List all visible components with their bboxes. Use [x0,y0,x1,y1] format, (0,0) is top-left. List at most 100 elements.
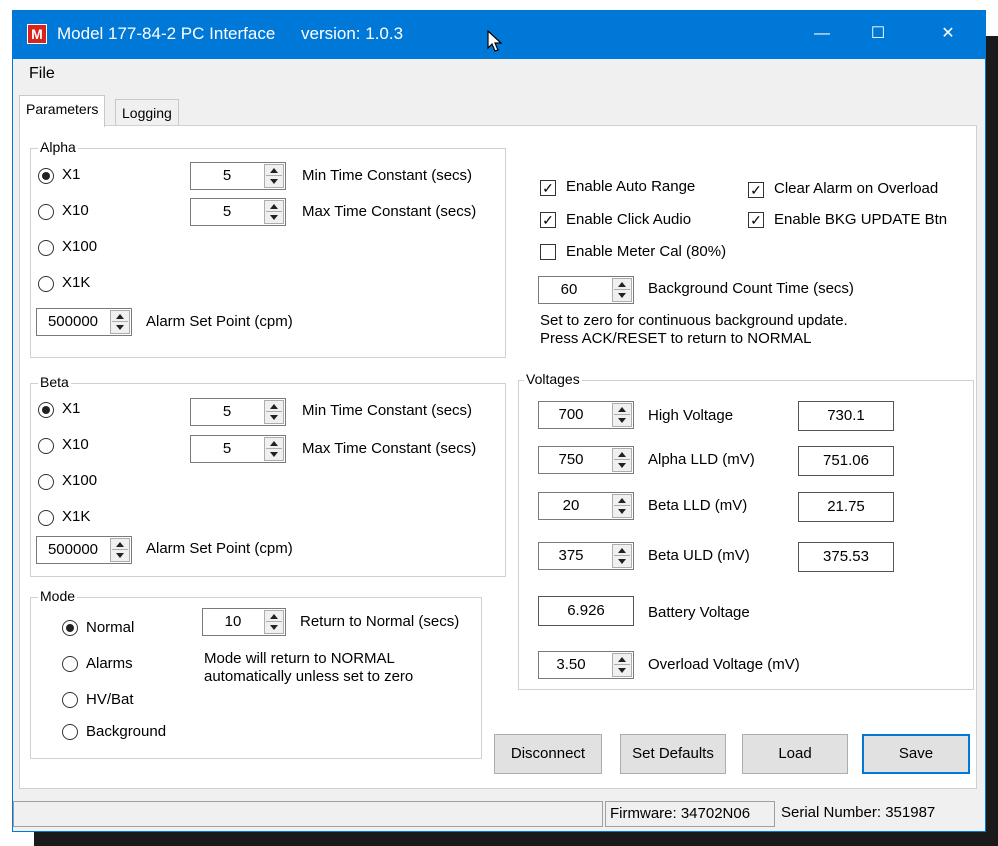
mode-note-line2: automatically unless set to zero [204,668,414,685]
checkmark-icon: ✓ [542,212,554,228]
beta-lld-reading: 21.75 [798,492,894,522]
battery-label: Battery Voltage [648,604,750,621]
spin-arrows-icon[interactable] [110,310,130,334]
alpha-lld-stepper[interactable]: 750 [538,446,634,474]
beta-range-x1k-radio[interactable] [38,510,54,526]
beta-uld-reading: 375.53 [798,542,894,572]
mode-alarms-radio[interactable] [62,656,78,672]
bkg-count-stepper[interactable]: 60 [538,276,634,304]
beta-alarm-label: Alarm Set Point (cpm) [146,540,293,557]
alpha-range-x1k-label: X1K [62,274,91,291]
auto-range-checkbox[interactable]: ✓ [540,180,556,196]
beta-lld-stepper[interactable]: 20 [538,492,634,520]
spin-arrows-icon[interactable] [264,164,284,188]
menu-file[interactable]: File [23,65,61,83]
alpha-range-x100-radio[interactable] [38,240,54,256]
beta-alarm-value[interactable]: 500000 [37,537,109,563]
menu-bar: File [13,59,985,89]
tab-parameters[interactable]: Parameters [19,95,106,127]
beta-uld-set-value[interactable]: 375 [539,543,603,569]
voltages-group-label: Voltages [524,371,582,387]
alpha-min-tc-value[interactable]: 5 [191,163,263,189]
alpha-max-tc-stepper[interactable]: 5 [190,198,286,226]
minimize-button[interactable]: — [799,19,845,51]
beta-range-x10-radio[interactable] [38,438,54,454]
alpha-max-tc-label: Max Time Constant (secs) [302,203,477,220]
click-audio-label: Enable Click Audio [566,211,692,228]
alpha-alarm-value[interactable]: 500000 [37,309,109,335]
beta-min-tc-value[interactable]: 5 [191,399,263,425]
spin-arrows-icon[interactable] [612,448,632,472]
spin-arrows-icon[interactable] [612,403,632,427]
load-button[interactable]: Load [742,734,848,774]
overload-set-value[interactable]: 3.50 [539,652,603,678]
close-button[interactable]: ✕ [925,19,971,51]
alpha-range-x1-radio[interactable] [38,168,54,184]
alpha-max-tc-value[interactable]: 5 [191,199,263,225]
mode-return-value[interactable]: 10 [203,609,263,635]
checkmark-icon: ✓ [750,182,762,198]
alpha-min-tc-label: Min Time Constant (secs) [302,167,473,184]
alpha-group-label: Alpha [38,139,78,155]
meter-cal-label: Enable Meter Cal (80%) [566,243,727,260]
mode-hvbat-radio[interactable] [62,692,78,708]
set-defaults-button[interactable]: Set Defaults [620,734,726,774]
tab-logging[interactable]: Logging [115,99,179,127]
beta-alarm-stepper[interactable]: 500000 [36,536,132,564]
disconnect-button[interactable]: Disconnect [494,734,602,774]
bkg-update-checkbox[interactable]: ✓ [748,212,764,228]
hv-stepper[interactable]: 700 [538,401,634,429]
alpha-range-x1k-radio[interactable] [38,276,54,292]
mode-alarms-label: Alarms [86,655,133,672]
spin-arrows-icon[interactable] [110,538,130,562]
overload-stepper[interactable]: 3.50 [538,651,634,679]
alpha-alarm-stepper[interactable]: 500000 [36,308,132,336]
bkg-note-line2: Press ACK/RESET to return to NORMAL [540,330,812,347]
save-button[interactable]: Save [862,734,970,774]
spin-arrows-icon[interactable] [612,494,632,518]
spin-arrows-icon[interactable] [612,653,632,677]
clear-alarm-checkbox[interactable]: ✓ [748,182,764,198]
spin-arrows-icon[interactable] [264,437,284,461]
clear-alarm-label: Clear Alarm on Overload [774,180,939,197]
spin-arrows-icon[interactable] [612,544,632,568]
hv-set-value[interactable]: 700 [539,402,603,428]
beta-lld-set-value[interactable]: 20 [539,493,603,519]
app-logo-icon: M [27,24,47,44]
serial-number-status: Serial Number: 351987 [777,801,981,827]
alpha-range-x1-label: X1 [62,166,81,183]
mode-hvbat-label: HV/Bat [86,691,134,708]
beta-range-x10-label: X10 [62,436,89,453]
alpha-lld-set-value[interactable]: 750 [539,447,603,473]
meter-cal-checkbox[interactable] [540,244,556,260]
bkg-count-label: Background Count Time (secs) [648,280,854,297]
alpha-range-x10-radio[interactable] [38,204,54,220]
mode-normal-radio[interactable] [62,620,78,636]
beta-range-x100-label: X100 [62,472,98,489]
checkmark-icon: ✓ [750,212,762,228]
spin-arrows-icon[interactable] [612,278,632,302]
alpha-lld-label: Alpha LLD (mV) [648,451,755,468]
click-audio-checkbox[interactable]: ✓ [540,212,556,228]
beta-min-tc-stepper[interactable]: 5 [190,398,286,426]
beta-range-x1-label: X1 [62,400,81,417]
alpha-min-tc-stepper[interactable]: 5 [190,162,286,190]
bkg-note-line1: Set to zero for continuous background up… [540,312,848,329]
maximize-button[interactable]: ☐ [855,19,901,51]
beta-max-tc-stepper[interactable]: 5 [190,435,286,463]
beta-group-label: Beta [38,374,71,390]
spin-arrows-icon[interactable] [264,200,284,224]
window-title: Model 177-84-2 PC Interface [57,24,276,43]
beta-uld-stepper[interactable]: 375 [538,542,634,570]
parameters-panel: Alpha X1 X10 X100 X1K 5 Min Time Constan… [19,125,977,789]
alpha-lld-reading: 751.06 [798,446,894,476]
beta-range-x1-radio[interactable] [38,402,54,418]
beta-max-tc-value[interactable]: 5 [191,436,263,462]
spin-arrows-icon[interactable] [264,400,284,424]
bkg-count-value[interactable]: 60 [539,277,599,303]
mode-return-stepper[interactable]: 10 [202,608,286,636]
alpha-range-x100-label: X100 [62,238,98,255]
mode-background-radio[interactable] [62,724,78,740]
spin-arrows-icon[interactable] [264,610,284,634]
beta-range-x100-radio[interactable] [38,474,54,490]
